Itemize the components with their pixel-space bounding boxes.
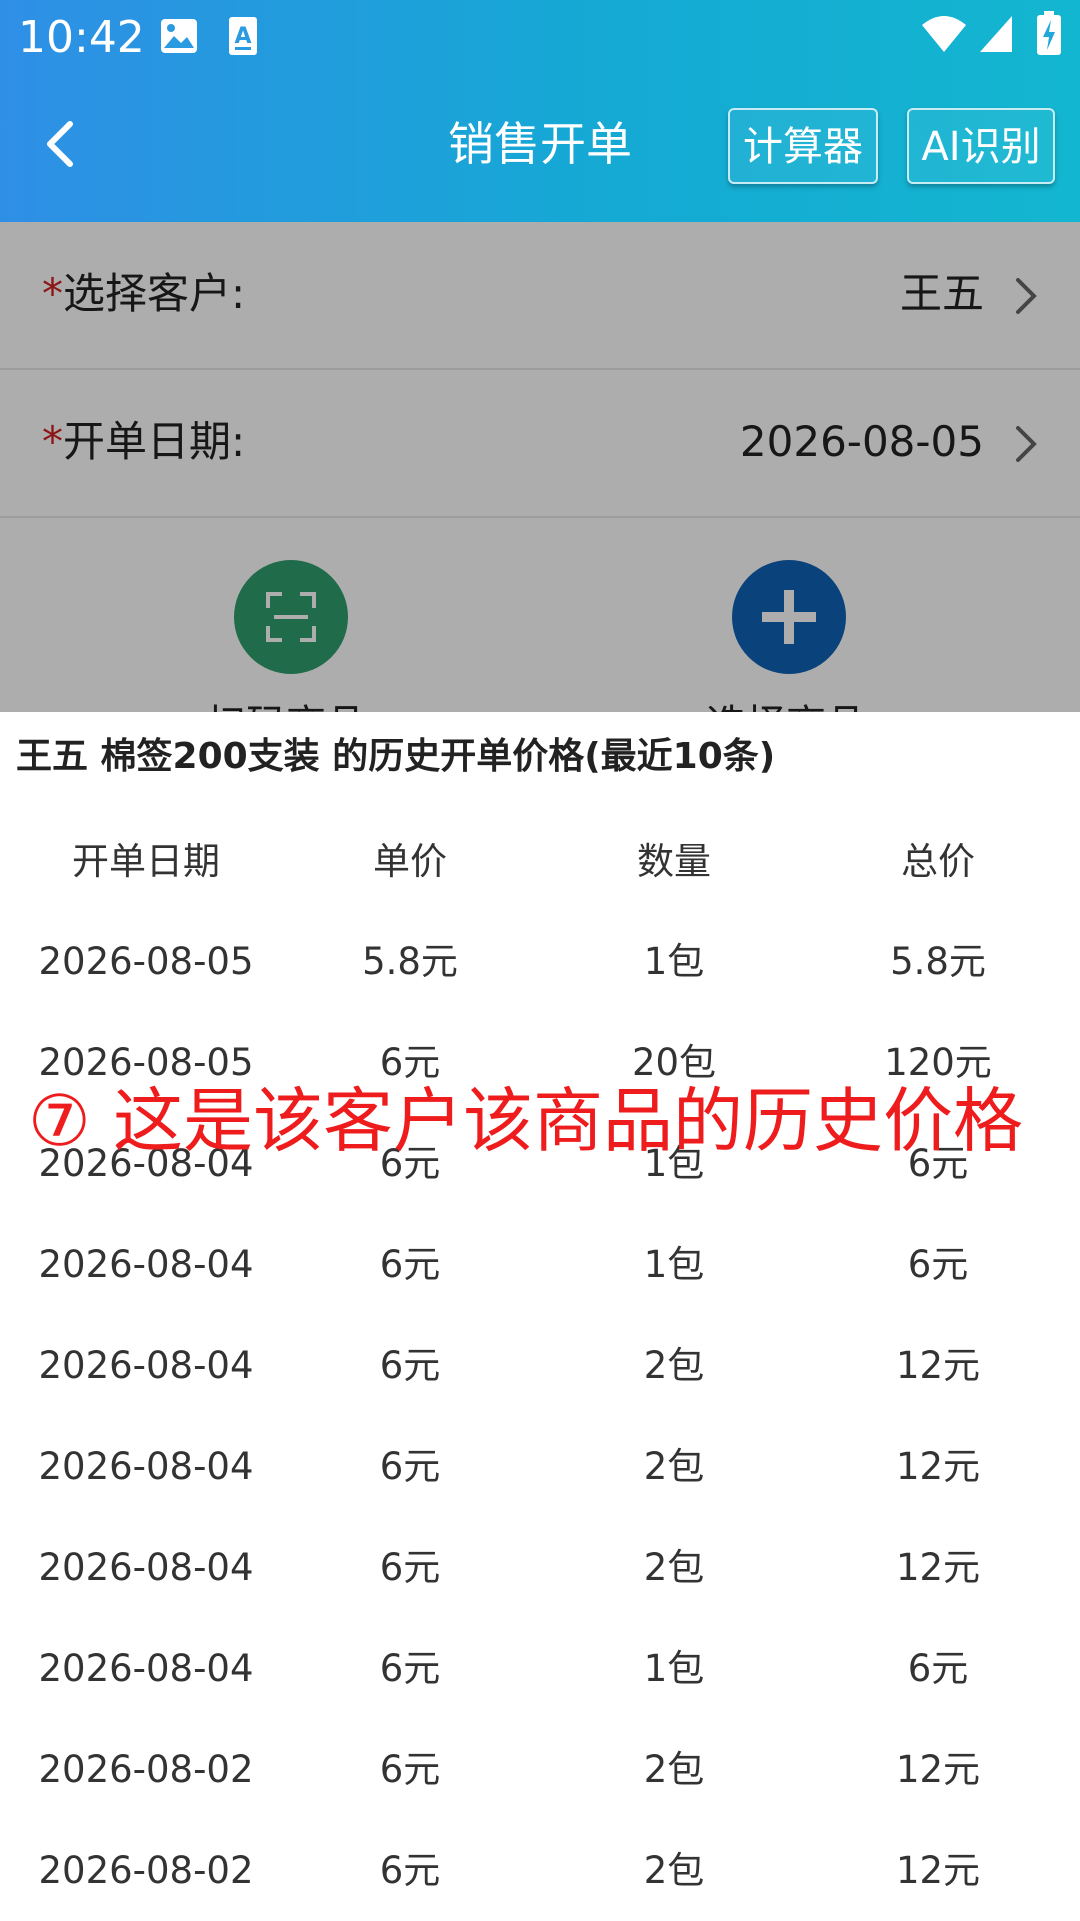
total-cell: 12元 (895, 1546, 981, 1589)
wifi-icon (922, 16, 966, 52)
total-cell: 12元 (895, 1445, 981, 1488)
quantity-cell: 1包 (643, 940, 705, 983)
unit-price-cell: 6元 (379, 1445, 441, 1488)
unit-price-cell: 5.8元 (362, 940, 458, 983)
back-button[interactable] (30, 112, 94, 176)
column-header: 单价 (373, 840, 447, 883)
status-time: 10:42 (18, 12, 145, 63)
column-header: 数量 (637, 840, 711, 883)
annotation-text: ⑦ 这是该客户该商品的历史价格 (28, 1080, 1024, 1162)
modal-backdrop[interactable] (0, 222, 1080, 712)
table-row: 2026-08-04 6元 1包 6元 (0, 1215, 1080, 1315)
ai-recognize-button[interactable]: AI识别 (907, 108, 1055, 184)
date-cell: 2026-08-04 (38, 1445, 254, 1488)
unit-price-cell: 6元 (379, 1243, 441, 1286)
table-row: 2026-08-04 6元 2包 12元 (0, 1316, 1080, 1416)
date-cell: 2026-08-02 (38, 1849, 254, 1892)
app-header: 10:42 A 销售开单 计算器 AI识别 (0, 0, 1080, 222)
date-cell: 2026-08-04 (38, 1344, 254, 1387)
date-cell: 2026-08-02 (38, 1748, 254, 1791)
quantity-cell: 2包 (643, 1344, 705, 1387)
price-history-sheet: 王五 棉签200支装 的历史开单价格(最近10条) 开单日期 单价 数量 总价 … (0, 712, 1080, 1920)
quantity-cell: 2包 (643, 1445, 705, 1488)
date-cell: 2026-08-04 (38, 1647, 254, 1690)
table-row: 2026-08-02 6元 2包 12元 (0, 1720, 1080, 1820)
image-icon (161, 19, 197, 53)
date-cell: 2026-08-04 (38, 1243, 254, 1286)
table-header: 开单日期 单价 数量 总价 (0, 812, 1080, 912)
battery-charging-icon (1037, 11, 1061, 55)
unit-price-cell: 6元 (379, 1849, 441, 1892)
unit-price-cell: 6元 (379, 1344, 441, 1387)
quantity-cell: 2包 (643, 1546, 705, 1589)
unit-price-cell: 6元 (379, 1748, 441, 1791)
total-cell: 5.8元 (890, 940, 986, 983)
table-row: 2026-08-02 6元 2包 12元 (0, 1821, 1080, 1921)
column-header: 总价 (901, 840, 975, 883)
column-header: 开单日期 (72, 840, 220, 883)
table-row: 2026-08-05 5.8元 1包 5.8元 (0, 912, 1080, 1012)
svg-text:A: A (234, 24, 251, 49)
quantity-cell: 1包 (643, 1243, 705, 1286)
table-row: 2026-08-04 6元 1包 6元 (0, 1619, 1080, 1719)
total-cell: 6元 (907, 1243, 969, 1286)
signal-icon (980, 16, 1012, 52)
unit-price-cell: 6元 (379, 1546, 441, 1589)
table-row: 2026-08-04 6元 2包 12元 (0, 1417, 1080, 1517)
quantity-cell: 2包 (643, 1748, 705, 1791)
sheet-title: 王五 棉签200支装 的历史开单价格(最近10条) (16, 736, 776, 777)
unit-price-cell: 6元 (379, 1647, 441, 1690)
table-row: 2026-08-04 6元 2包 12元 (0, 1518, 1080, 1618)
total-cell: 12元 (895, 1748, 981, 1791)
total-cell: 12元 (895, 1344, 981, 1387)
total-cell: 6元 (907, 1647, 969, 1690)
total-cell: 12元 (895, 1849, 981, 1892)
quantity-cell: 1包 (643, 1647, 705, 1690)
quantity-cell: 2包 (643, 1849, 705, 1892)
font-a-icon: A (229, 17, 257, 55)
date-cell: 2026-08-04 (38, 1546, 254, 1589)
chevron-left-icon (47, 121, 73, 167)
date-cell: 2026-08-05 (38, 940, 254, 983)
calculator-button[interactable]: 计算器 (728, 108, 878, 184)
